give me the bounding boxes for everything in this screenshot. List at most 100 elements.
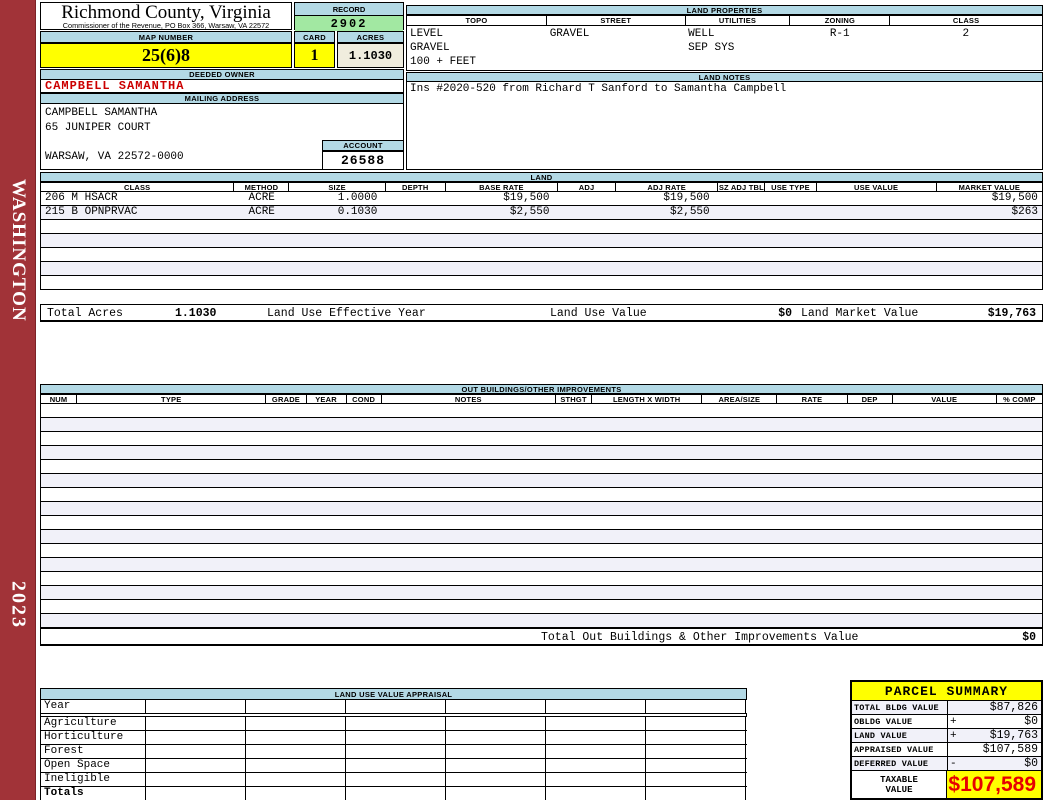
- lu-cell: [446, 745, 546, 758]
- lu-cell: [246, 731, 346, 744]
- lu-cell: [346, 717, 446, 730]
- effective-year-label: Land Use Effective Year: [267, 307, 426, 320]
- out-buildings-title: OUT BUILDINGS/OTHER IMPROVEMENTS: [40, 384, 1043, 394]
- land-depth: [385, 192, 445, 205]
- lu-row-horticulture: Horticulture: [41, 731, 747, 745]
- col-sz-adj-tbl: SZ ADJ TBL: [718, 182, 766, 192]
- land-class: 206 M HSACR: [45, 192, 118, 204]
- lu-label: Year: [41, 700, 146, 713]
- col-base-rate: BASE RATE: [445, 182, 558, 192]
- lu-cell: [246, 745, 346, 758]
- col-topo: TOPO: [407, 15, 547, 26]
- ps-row-deferred: DEFERRED VALUE - $0: [852, 757, 1041, 771]
- address-line-1: CAMPBELL SAMANTHA: [45, 107, 158, 119]
- card-value: 1: [294, 43, 335, 68]
- lu-cell: [646, 787, 746, 800]
- land-properties-headers: TOPO STREET UTILITIES ZONING CLASS: [406, 15, 1043, 26]
- out-buildings-headers: NUM TYPE GRADE YEAR COND NOTES STHGT LEN…: [40, 394, 1043, 404]
- land-use-value: [816, 192, 936, 205]
- col-notes: NOTES: [381, 394, 556, 404]
- land-use-appraisal-title: LAND USE VALUE APPRAISAL: [40, 688, 747, 700]
- col-size: SIZE: [289, 182, 386, 192]
- land-totals-row: Total Acres 1.1030 Land Use Effective Ye…: [40, 304, 1043, 322]
- ps-label: LAND VALUE: [852, 729, 948, 742]
- land-use-appraisal-table: Year Agriculture Horticulture Forest Ope…: [40, 700, 747, 800]
- land-use-value: $0: [778, 307, 792, 320]
- out-buildings-empty-row: [41, 488, 1042, 502]
- land-notes-text: Ins #2020-520 from Richard T Sanford to …: [406, 82, 1043, 170]
- acres-value: 1.1030: [337, 43, 404, 68]
- ps-row-taxable: TAXABLE VALUE $107,589: [852, 771, 1041, 798]
- utilities-value: WELL SEP SYS: [688, 28, 735, 54]
- ps-sign: +: [950, 729, 957, 742]
- land-adj: [557, 206, 615, 219]
- land-properties-title: LAND PROPERTIES: [406, 5, 1043, 15]
- map-number-label: MAP NUMBER: [40, 31, 292, 43]
- lu-cell: [246, 787, 346, 800]
- street-value: GRAVEL: [549, 28, 590, 40]
- account-label: ACCOUNT: [322, 140, 404, 151]
- lu-row-year: Year: [41, 700, 747, 714]
- out-buildings-empty-row: [41, 558, 1042, 572]
- out-buildings-empty-row: [41, 516, 1042, 530]
- record-box: RECORD 2902: [294, 2, 404, 31]
- lu-cell: [546, 731, 646, 744]
- lu-cell: [546, 700, 646, 713]
- land-base-rate: $19,500: [503, 192, 550, 204]
- lu-cell: [446, 759, 546, 772]
- ps-value: $87,826: [989, 701, 1038, 714]
- lu-cell: [446, 773, 546, 786]
- taxable-value: $107,589: [948, 772, 1036, 796]
- lu-cell: [646, 700, 746, 713]
- lu-cell: [346, 787, 446, 800]
- lu-cell: [646, 773, 746, 786]
- col-comp: % COMP: [996, 394, 1043, 404]
- col-grade: GRADE: [266, 394, 307, 404]
- land-sz-adj-tbl: [718, 192, 765, 205]
- district-label: WASHINGTON: [8, 179, 29, 322]
- record-label: RECORD: [295, 3, 403, 16]
- parcel-summary: PARCEL SUMMARY TOTAL BLDG VALUE $87,826 …: [850, 680, 1043, 800]
- lu-cell: [146, 717, 246, 730]
- tax-year-label: 2023: [7, 581, 30, 629]
- col-land-class: CLASS: [41, 182, 235, 192]
- ps-row-land-value: LAND VALUE + $19,763: [852, 729, 1041, 743]
- ps-value: $107,589: [982, 743, 1038, 756]
- col-zoning: ZONING: [790, 15, 891, 26]
- lu-row-agriculture: Agriculture: [41, 717, 747, 731]
- lu-cell: [346, 745, 446, 758]
- address-line-4: WARSAW, VA 22572-0000: [45, 150, 184, 163]
- lu-cell: [546, 717, 646, 730]
- acres-label: ACRES: [337, 31, 404, 43]
- ps-sign: +: [950, 715, 957, 728]
- out-buildings-empty-row: [41, 614, 1042, 628]
- county-header: Richmond County, Virginia Commissioner o…: [40, 2, 292, 30]
- out-buildings-empty-row: [41, 432, 1042, 446]
- topo-value: LEVEL GRAVEL 100 + FEET: [410, 28, 477, 68]
- lu-cell: [246, 717, 346, 730]
- land-market-value: $19,500: [991, 192, 1038, 204]
- ps-label: DEFERRED VALUE: [852, 757, 948, 770]
- out-buildings-total-value: $0: [1022, 631, 1036, 644]
- land-size: 0.1030: [337, 206, 378, 218]
- land-empty-row: [41, 262, 1042, 276]
- land-use-value: [816, 206, 936, 219]
- ps-value: $0: [1024, 757, 1038, 770]
- ps-label: APPRAISED VALUE: [852, 743, 948, 756]
- lu-cell: [246, 700, 346, 713]
- district-year-sidebar: WASHINGTON 2023: [0, 0, 36, 800]
- ps-row-obldg: OBLDG VALUE + $0: [852, 715, 1041, 729]
- land-method: ACRE: [248, 192, 275, 204]
- zoning-value: R-1: [829, 28, 850, 40]
- lu-cell: [446, 700, 546, 713]
- account-value: 26588: [322, 151, 404, 170]
- lu-cell: [646, 745, 746, 758]
- commissioner-line: Commissioner of the Revenue, PO Box 366,…: [62, 21, 270, 30]
- out-buildings-total-row: Total Out Buildings & Other Improvements…: [40, 628, 1043, 646]
- lu-cell: [446, 731, 546, 744]
- col-year: YEAR: [306, 394, 347, 404]
- ps-value: $0: [1024, 715, 1038, 728]
- lu-label: Ineligible: [41, 773, 146, 786]
- land-class: 215 B OPNPRVAC: [45, 206, 138, 218]
- land-depth: [385, 206, 445, 219]
